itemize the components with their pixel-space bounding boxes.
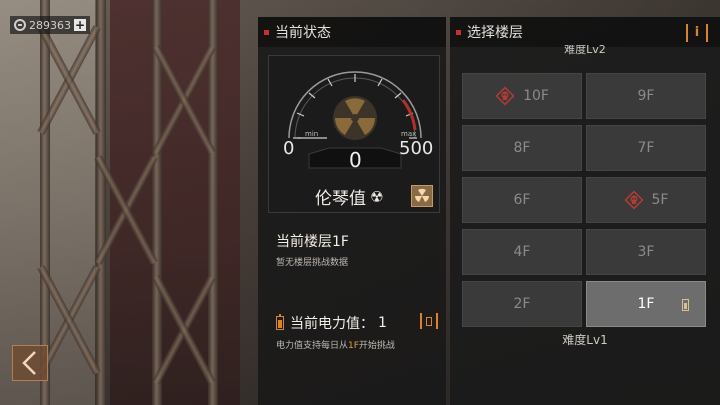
battery-icon bbox=[682, 299, 689, 311]
power-desc-highlight: 1F bbox=[348, 341, 359, 351]
power-value: 1 bbox=[378, 315, 387, 331]
info-button[interactable]: i bbox=[686, 24, 708, 42]
floor-button-3f[interactable]: 3F bbox=[586, 229, 706, 275]
currency-display: 289363 + bbox=[10, 16, 90, 34]
floor-button-2f[interactable]: 2F bbox=[462, 281, 582, 327]
difficulty-level-top: 难度Lv2 bbox=[564, 45, 606, 56]
floor-select-header: 选择楼层 bbox=[450, 17, 720, 47]
gauge-min-value: 0 bbox=[283, 138, 295, 159]
floor-button-1f[interactable]: 1F bbox=[586, 281, 706, 327]
radiation-item-button[interactable] bbox=[411, 185, 433, 207]
floor-button-8f[interactable]: 8F bbox=[462, 125, 582, 171]
floor-label: 10F bbox=[523, 88, 549, 104]
gauge-max-value: 500 bbox=[399, 138, 434, 159]
floor-label: 2F bbox=[513, 296, 531, 312]
gauge-min-label: min bbox=[305, 130, 319, 138]
floor-label: 9F bbox=[637, 88, 655, 104]
chevron-left-icon bbox=[22, 351, 36, 375]
gate-bar bbox=[208, 0, 218, 405]
battery-outline-icon bbox=[426, 316, 432, 326]
gauge-name: 伦琴值 ☢ bbox=[315, 184, 384, 210]
status-panel-title: 当前状态 bbox=[275, 25, 331, 41]
floor-label: 4F bbox=[513, 244, 531, 260]
floor-button-7f[interactable]: 7F bbox=[586, 125, 706, 171]
power-desc-suffix: 开始挑战 bbox=[358, 341, 395, 351]
floor-label: 7F bbox=[637, 140, 655, 156]
gauge-current-value: 0 bbox=[349, 148, 362, 172]
floor-label: 5F bbox=[651, 192, 669, 208]
boss-skull-icon bbox=[623, 190, 644, 210]
gauge-name-text: 伦琴值 bbox=[315, 189, 366, 209]
floor-label: 1F bbox=[637, 296, 655, 312]
current-floor-title: 当前楼层1F bbox=[276, 234, 349, 250]
battery-icon bbox=[276, 314, 284, 330]
floor-button-9f[interactable]: 9F bbox=[586, 73, 706, 119]
floor-select-title: 选择楼层 bbox=[467, 25, 523, 41]
power-desc-prefix: 电力值支持每日从 bbox=[276, 341, 349, 351]
currency-icon bbox=[14, 19, 26, 31]
floor-select-panel: 选择楼层 i 难度Lv2 10F 9F 8F 7F 6F 5F 4F 3F 2F… bbox=[450, 17, 720, 405]
power-value-row: 当前电力值： 1 bbox=[276, 313, 387, 333]
header-marker-icon bbox=[264, 29, 269, 35]
radiation-icon: ☢ bbox=[370, 187, 384, 206]
add-currency-button[interactable]: + bbox=[74, 19, 86, 31]
gauge-max-label: max bbox=[401, 130, 417, 138]
radiation-down-icon bbox=[415, 188, 429, 202]
power-description: 电力值支持每日从1F开始挑战 bbox=[276, 338, 395, 351]
floor-label: 8F bbox=[513, 140, 531, 156]
status-panel: 当前状态 min max 0 500 0 伦琴值 ☢ 当前楼层1F 暂无楼层挑战… bbox=[258, 17, 446, 405]
back-button[interactable] bbox=[12, 345, 48, 381]
floor-button-10f[interactable]: 10F bbox=[462, 73, 582, 119]
power-label: 当前电力值： bbox=[290, 316, 374, 332]
currency-amount: 289363 bbox=[29, 18, 71, 32]
floor-button-6f[interactable]: 6F bbox=[462, 177, 582, 223]
power-info-button[interactable] bbox=[420, 313, 438, 329]
roentgen-gauge: min max 0 500 0 伦琴值 ☢ bbox=[268, 55, 440, 213]
floor-button-4f[interactable]: 4F bbox=[462, 229, 582, 275]
floor-label: 3F bbox=[637, 244, 655, 260]
boss-skull-icon bbox=[495, 86, 515, 106]
gate-bar bbox=[96, 0, 106, 405]
difficulty-level-bottom: 难度Lv1 bbox=[562, 333, 608, 347]
floor-label: 6F bbox=[513, 192, 531, 208]
current-floor-subtitle: 暂无楼层挑战数据 bbox=[276, 258, 349, 268]
status-panel-header: 当前状态 bbox=[258, 17, 446, 47]
header-marker-icon bbox=[456, 29, 461, 35]
floor-button-5f[interactable]: 5F bbox=[586, 177, 706, 223]
